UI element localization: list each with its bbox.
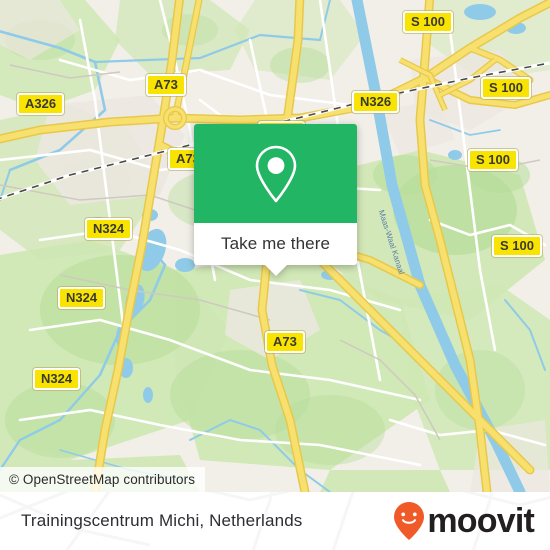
road-shield: A73 xyxy=(265,331,305,353)
road-shield-label: S 100 xyxy=(411,14,445,29)
road-shield: N324 xyxy=(58,287,106,309)
take-me-there-label: Take me there xyxy=(220,234,331,253)
road-shield: A73 xyxy=(146,74,186,96)
road-shield-label: S 100 xyxy=(500,238,534,253)
road-shield: S 100 xyxy=(403,11,453,33)
road-shield-label: S 100 xyxy=(476,152,510,167)
road-shield-label: A73 xyxy=(154,77,178,92)
callout-icon-area xyxy=(194,124,357,223)
moovit-wordmark: moovit xyxy=(427,502,534,540)
osm-attribution-text: © OpenStreetMap contributors xyxy=(9,472,196,487)
road-shield-label: A73 xyxy=(273,334,297,349)
road-shield: S 100 xyxy=(468,149,518,171)
place-name-label: Trainingscentrum Michi, Netherlands xyxy=(21,511,303,530)
road-shield-label: N324 xyxy=(41,371,73,386)
callout-pointer-tail xyxy=(264,265,287,276)
road-shield-label: S 100 xyxy=(489,80,523,95)
road-shield-label: N324 xyxy=(66,290,98,305)
osm-attribution[interactable]: © OpenStreetMap contributors xyxy=(0,467,206,492)
road-shield: S 100 xyxy=(492,235,542,257)
footer-bar: Trainingscentrum Michi, Netherlands moov… xyxy=(0,492,550,550)
callout-action-area[interactable]: Take me there xyxy=(194,223,357,265)
road-shield: A326 xyxy=(17,93,65,115)
road-shield: N324 xyxy=(33,368,81,390)
map-pin-icon xyxy=(255,145,296,202)
road-shield: S 100 xyxy=(481,77,531,99)
moovit-logo[interactable]: moovit xyxy=(392,501,535,541)
map-screenshot-root: Maas-Waal Kanaal S 100A73A326N326S 100N3… xyxy=(0,0,550,550)
road-shield-label: N324 xyxy=(93,221,125,236)
road-shield: N326 xyxy=(352,91,400,113)
road-shield: N324 xyxy=(85,218,133,240)
road-shield-label: N326 xyxy=(360,94,392,109)
moovit-pin-smiley-icon xyxy=(394,502,425,540)
destination-callout-card[interactable]: Take me there xyxy=(194,124,357,276)
road-shield-label: A326 xyxy=(25,96,57,111)
